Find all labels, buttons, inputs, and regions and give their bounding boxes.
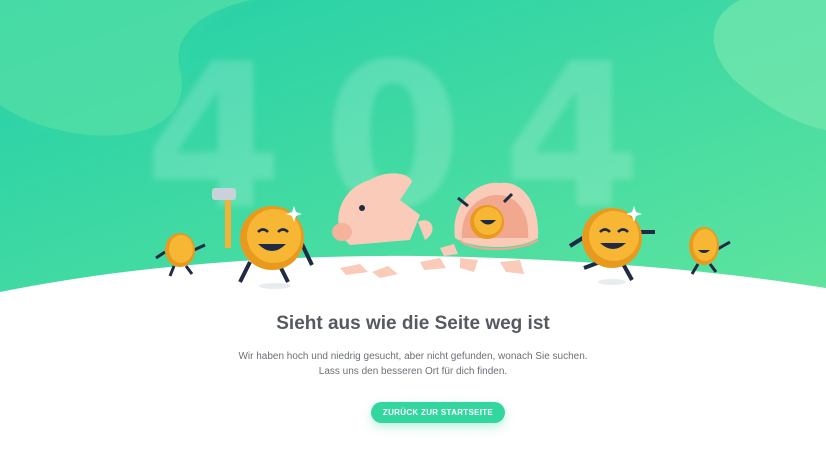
description-line-2: Lass uns den besseren Ort für dich finde…: [318, 366, 508, 377]
hero-banner: 404: [0, 0, 826, 300]
coin-character: [155, 233, 206, 277]
coin-character-with-hammer: [212, 188, 314, 289]
error-description: Wir haben hoch und niedrig gesucht, aber…: [0, 349, 826, 379]
coin-character: [568, 206, 655, 285]
page-title: Sieht aus wie die Seite weg ist: [276, 313, 550, 334]
coin-in-eggshell: [454, 182, 539, 250]
back-to-home-button[interactable]: ZURÜCK ZUR STARTSEITE: [371, 402, 505, 423]
coin-character: [689, 227, 731, 275]
description-line-1: Wir haben hoch und niedrig gesucht, aber…: [238, 351, 588, 362]
illustration: [155, 173, 731, 289]
